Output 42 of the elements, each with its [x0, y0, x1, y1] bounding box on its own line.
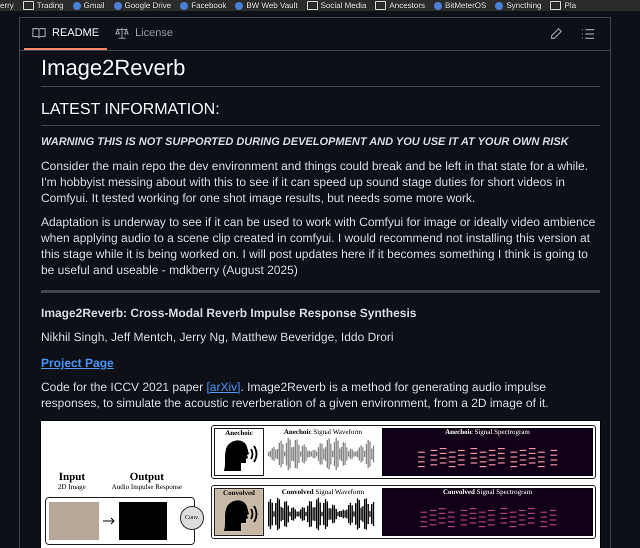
figure-label: Input — [58, 471, 85, 483]
bookmark[interactable]: Ancestors — [375, 0, 425, 11]
bookmark[interactable]: Gmail — [72, 0, 104, 11]
arxiv-link[interactable]: [arXiv] — [206, 380, 240, 394]
project-page-link[interactable]: Project Page — [41, 356, 114, 370]
site-icon — [235, 2, 244, 10]
photo-placeholder — [49, 502, 99, 540]
arrow-icon — [103, 517, 115, 525]
list-icon[interactable] — [581, 27, 595, 41]
site-icon — [72, 2, 81, 10]
section-heading: LATEST INFORMATION: — [41, 101, 600, 126]
bookmark[interactable]: Social Media — [306, 0, 366, 11]
description: Code for the ICCV 2021 paper [arXiv]. Image2Reverb is a method for generating audio impulse responses, to simulate the acoustic reverberation of a given environment, from a 2D image of it. — [41, 379, 550, 411]
site-icon — [495, 2, 504, 10]
bookmark[interactable]: Pla — [550, 0, 576, 11]
bookmark[interactable]: BitMeterOS — [434, 0, 486, 11]
paragraph: Consider the main repo the dev environment and things could break and be left in that state for a while. I'm hobbyist messing about with this to see if it can speed up sound stage duties for short videos in Comfyui. It tested working for one shot image results, but needs some more work. — [41, 158, 589, 206]
site-icon — [180, 2, 188, 10]
figure-label: Output — [130, 471, 164, 483]
scale-icon — [115, 26, 130, 40]
pencil-icon[interactable] — [549, 27, 563, 41]
bookmark[interactable]: Google Drive — [114, 0, 172, 11]
bookmark[interactable]: BW Web Vault — [235, 0, 298, 11]
folder-icon — [306, 1, 318, 10]
paragraph: Adaptation is underway to see if it can be used to work with Comfyui for image or ideally video ambience when applying audio to a scene clip created in comfyui. I would recommend not installing this version at this stage while it is being worked on. I will post updates here if it becomes something I think is going to be useful and useable - mdkberry (August 2025) — [41, 214, 596, 278]
folder-icon — [375, 1, 386, 10]
book-icon — [32, 26, 46, 40]
authors: Nikhil Singh, Jeff Mentch, Jerry Ng, Matthew Beveridge, Iddo Drori — [41, 329, 395, 345]
warning-text: WARNING THIS IS NOT SUPPORTED DURING DEVELOPMENT AND YOU USE IT AT YOUR OWN RISK — [41, 135, 570, 150]
bookmark[interactable]: erry — [0, 0, 14, 11]
site-icon — [114, 2, 122, 10]
tab[interactable]: README — [24, 18, 108, 50]
bookmark[interactable]: Syncthing — [495, 0, 542, 11]
bookmark[interactable]: Facebook — [180, 0, 226, 11]
bookmark[interactable]: Trading — [22, 0, 64, 11]
folder-icon — [550, 1, 562, 10]
paper-title: Image2Reverb: Cross-Modal Reverb Impulse Response Synthesis — [41, 305, 418, 321]
readme-title: Image2Reverb — [41, 55, 600, 87]
tab[interactable]: License — [107, 18, 181, 50]
impulse-response-image — [119, 502, 167, 540]
folder-icon — [22, 1, 34, 10]
site-icon — [434, 2, 442, 10]
